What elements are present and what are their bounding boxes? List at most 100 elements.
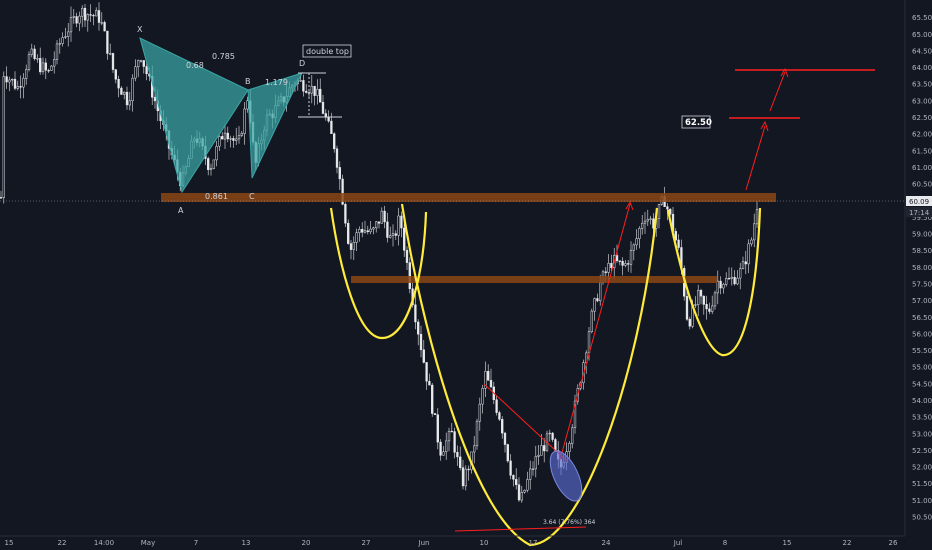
candle-body — [109, 53, 112, 55]
candle-body — [128, 100, 131, 106]
candle-body — [377, 221, 381, 224]
candle-body — [16, 86, 19, 89]
point-d-label: D — [299, 59, 305, 68]
candle-body — [25, 69, 28, 79]
x-tick-label: 22 — [843, 539, 852, 547]
candle-body — [366, 230, 369, 232]
y-tick-label: 62.00 — [912, 131, 932, 139]
candle-body — [39, 58, 42, 73]
candle-body — [123, 91, 126, 95]
candle-body — [716, 280, 719, 294]
candle-body — [475, 420, 479, 447]
candle-body — [363, 230, 367, 233]
candle-body — [145, 66, 148, 75]
candle-body — [319, 88, 322, 103]
candle-body — [223, 132, 227, 140]
candle-body — [137, 60, 140, 68]
measurement-label: 3.64 (7.76%) 364 — [543, 519, 596, 526]
y-tick-label: 51.00 — [912, 497, 932, 505]
ratio-bd-label: 1.179 — [265, 78, 288, 87]
y-tick-label: 60.50 — [912, 181, 932, 189]
y-tick-label: 53.50 — [912, 414, 932, 422]
y-tick-label: 64.50 — [912, 47, 932, 55]
candle-body — [422, 349, 425, 363]
y-tick-label: 50.50 — [912, 514, 932, 522]
candle-body — [515, 479, 518, 485]
candle-body — [389, 235, 392, 238]
candle-body — [755, 209, 759, 225]
x-tick-label: Jul — [673, 539, 683, 547]
candle-body — [380, 210, 383, 224]
candle-body — [587, 331, 591, 354]
candle-body — [445, 440, 448, 453]
candle-body — [604, 271, 607, 273]
candle-body — [75, 16, 78, 24]
y-tick-label: 63.00 — [912, 97, 932, 105]
candle-body — [349, 243, 353, 250]
candle-body — [397, 215, 400, 236]
candle-body — [657, 204, 661, 219]
candle-body — [512, 475, 515, 480]
candle-body — [58, 43, 61, 45]
y-tick-label: 54.50 — [912, 380, 932, 388]
candle-body — [215, 146, 218, 161]
candle-body — [8, 79, 11, 83]
price-chart[interactable]: X A B C D 0.68 0.785 1.179 0.861 double … — [0, 0, 932, 550]
candle-body — [447, 430, 451, 442]
candle-body — [117, 78, 120, 89]
ratio-xb-label: 0.68 — [186, 61, 204, 70]
y-tick-label: 51.50 — [912, 480, 932, 488]
candle-body — [540, 445, 543, 456]
candle-body — [741, 261, 745, 269]
point-c-label: C — [249, 192, 255, 201]
x-tick-label: May — [141, 539, 155, 547]
point-b-label: B — [245, 77, 251, 86]
candle-body — [727, 278, 731, 280]
candle-body — [30, 48, 33, 55]
candle-body — [685, 296, 689, 320]
candle-body — [711, 305, 714, 312]
candle-body — [11, 78, 14, 81]
candle-body — [313, 85, 316, 96]
candle-body — [697, 290, 700, 305]
candle-body — [19, 86, 22, 88]
candle-body — [629, 249, 633, 265]
candle-body — [419, 333, 423, 351]
x-tick-label: Jun — [418, 539, 430, 547]
candle-body — [635, 238, 638, 246]
candle-body — [747, 243, 750, 265]
y-tick-label: 64.00 — [912, 64, 932, 72]
candle-body — [641, 222, 644, 229]
candle-body — [599, 282, 602, 302]
candle-body — [92, 14, 95, 17]
candle-body — [67, 31, 70, 37]
candle-body — [358, 229, 361, 233]
y-tick-label: 61.50 — [912, 147, 932, 155]
candle-body — [327, 117, 330, 122]
candle-body — [548, 432, 551, 435]
candle-body — [347, 222, 350, 244]
candle-body — [473, 445, 476, 453]
candle-body — [730, 276, 733, 279]
x-tick-label: 7 — [194, 539, 198, 547]
candle-body — [590, 310, 593, 332]
candle-body — [638, 228, 641, 239]
candle-body — [568, 443, 571, 452]
y-tick-label: 63.50 — [912, 81, 932, 89]
candle-body — [596, 298, 599, 302]
candle-body — [621, 260, 624, 266]
candle-body — [44, 62, 47, 71]
y-tick-label: 53.00 — [912, 430, 932, 438]
x-tick-label: 10 — [480, 539, 489, 547]
candle-body — [439, 441, 442, 456]
candle-body — [643, 220, 647, 224]
candle-body — [461, 467, 465, 487]
candle-body — [221, 136, 224, 140]
candle-body — [456, 452, 459, 458]
candle-body — [495, 399, 498, 413]
candle-body — [414, 304, 417, 323]
candle-body — [453, 431, 456, 453]
candle-body — [666, 206, 669, 210]
candle-body — [433, 413, 437, 415]
x-tick-label: 17 — [529, 539, 538, 547]
